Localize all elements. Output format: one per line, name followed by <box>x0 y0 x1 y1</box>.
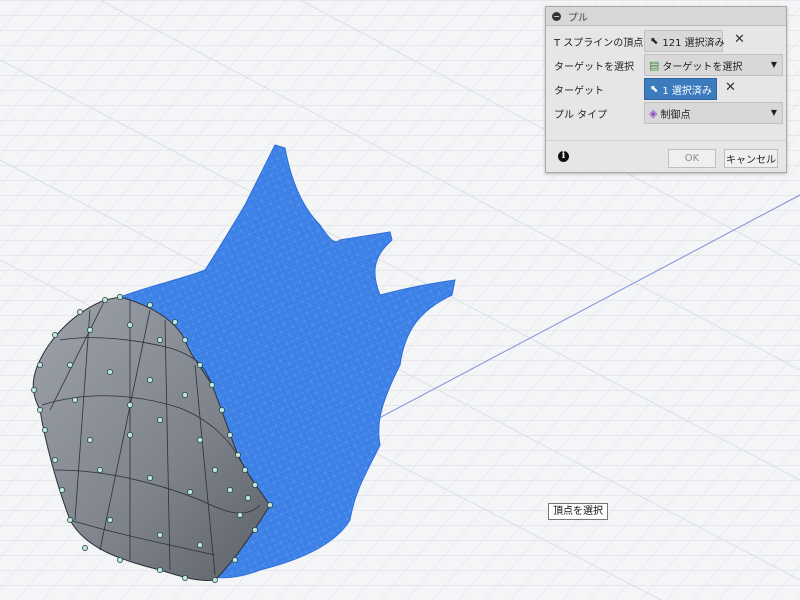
clear-target-close-icon[interactable]: ✕ <box>725 80 736 95</box>
tspline-vertices-label: T スプラインの頂点 <box>554 38 644 49</box>
pull-type-dropdown[interactable]: ◈ 制御点 ▼ <box>644 102 783 124</box>
control-point-icon: ◈ <box>649 106 658 120</box>
target-select-icon: ▤ <box>649 58 660 72</box>
select-target-row: ターゲットを選択 ▤ ターゲットを選択 ▼ <box>546 53 786 76</box>
clear-vertices-close-icon[interactable]: ✕ <box>734 32 745 47</box>
cursor-icon: ⬉ <box>650 35 659 47</box>
info-icon[interactable]: i <box>558 151 569 162</box>
chevron-down-icon: ▼ <box>770 108 777 117</box>
select-vertex-tooltip: 頂点を選択 <box>548 503 608 520</box>
ok-button[interactable]: OK <box>668 149 716 168</box>
dialog-title-bar[interactable]: − プル <box>546 7 786 26</box>
cancel-button[interactable]: キャンセル <box>724 149 778 168</box>
target-value: 1 選択済み <box>662 85 712 97</box>
select-target-dropdown[interactable]: ▤ ターゲットを選択 ▼ <box>644 54 783 76</box>
select-target-label: ターゲットを選択 <box>554 62 634 73</box>
dialog-title: プル <box>568 12 588 24</box>
target-row: ターゲット ⬉ 1 選択済み ✕ <box>546 77 786 100</box>
tspline-vertices-selection-button[interactable]: ⬉ 121 選択済み <box>644 30 725 52</box>
dialog-footer: i OK キャンセル <box>546 140 786 173</box>
select-target-value: ターゲットを選択 <box>662 61 743 73</box>
tspline-vertices-row: T スプラインの頂点 ⬉ 121 選択済み ✕ <box>546 29 786 52</box>
collapse-icon[interactable]: − <box>552 11 561 21</box>
pull-type-label: プル タイプ <box>554 110 608 121</box>
tspline-vertices-value: 121 選択済み <box>662 37 725 49</box>
pull-dialog: − プル T スプラインの頂点 ⬉ 121 選択済み ✕ ターゲットを選択 ▤ … <box>545 6 787 173</box>
target-selection-button[interactable]: ⬉ 1 選択済み <box>644 78 717 100</box>
cursor-icon: ⬉ <box>650 83 659 95</box>
pull-type-value: 制御点 <box>660 109 691 121</box>
chevron-down-icon: ▼ <box>770 60 777 69</box>
pull-type-row: プル タイプ ◈ 制御点 ▼ <box>546 101 786 124</box>
target-label: ターゲット <box>554 86 604 97</box>
